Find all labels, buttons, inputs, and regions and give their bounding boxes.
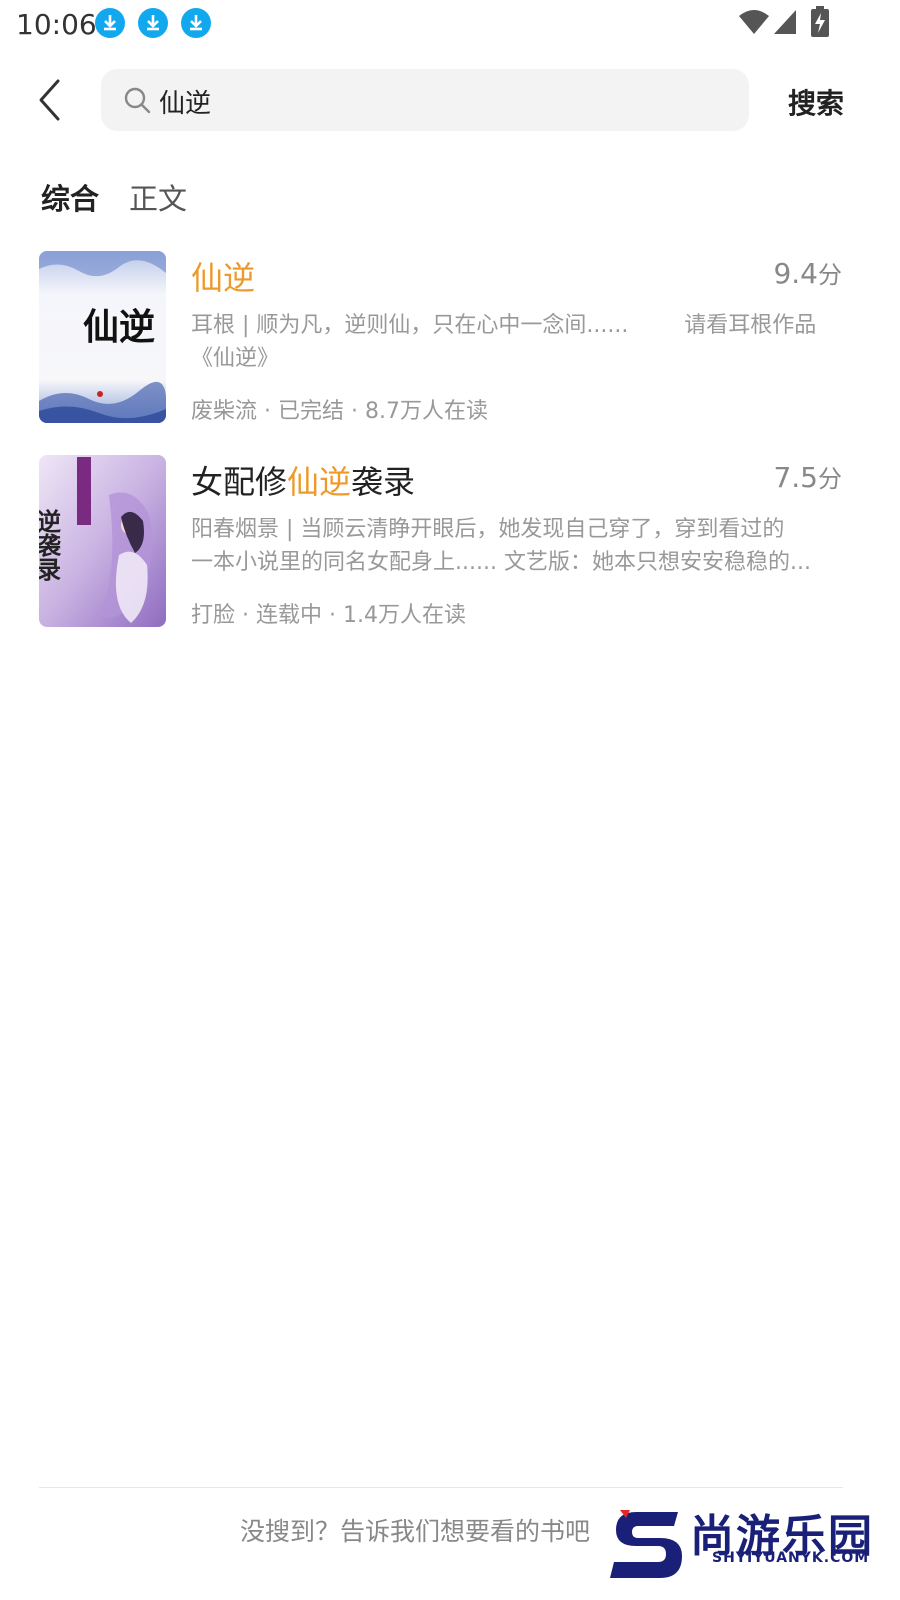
book-score: 9.4分	[773, 255, 842, 290]
footer-divider	[39, 1487, 843, 1488]
wifi-icon	[739, 10, 769, 34]
description-line: 一本小说里的同名女配身上...... 文艺版：她本只想安安稳稳的...	[191, 550, 811, 575]
tab-text[interactable]: 正文	[129, 176, 187, 218]
chevron-left-icon	[39, 79, 60, 121]
watermark-url: SHYIYUANYK.COM	[712, 1550, 870, 1566]
book-meta: 废柴流 · 已完结 · 8.7万人在读	[191, 399, 488, 424]
feedback-link[interactable]: 没搜到？告诉我们想要看的书吧	[240, 1512, 590, 1548]
book-score: 7.5分	[773, 459, 842, 494]
book-title-highlight: 仙逆	[287, 463, 352, 501]
book-cover: 逆袭录	[39, 455, 166, 627]
search-input[interactable]: 仙逆	[101, 69, 749, 131]
book-title-part: 袭录	[351, 463, 416, 501]
score-value: 9.4	[773, 257, 818, 290]
book-title: 仙逆	[191, 253, 255, 299]
logo-s-icon	[610, 1510, 682, 1578]
score-unit: 分	[818, 261, 842, 289]
book-result-item[interactable]: 逆袭录 女配修仙逆袭录 7.5分 阳春烟景 | 当顾云清睁开眼后，她发现自己穿了…	[0, 455, 900, 635]
back-button[interactable]	[30, 78, 70, 122]
signal-icon	[774, 10, 796, 34]
description-line: 阳春烟景 | 当顾云清睁开眼后，她发现自己穿了，穿到看过的	[191, 517, 785, 542]
battery-charging-icon	[811, 6, 829, 37]
download-icon	[95, 8, 125, 38]
status-time: 10:06	[16, 8, 97, 41]
download-icon	[138, 8, 168, 38]
book-result-item[interactable]: 仙逆 仙逆 9.4分 耳根 | 顺为凡，逆则仙，只在心中一念间...... 请看…	[0, 251, 900, 431]
book-description: 阳春烟景 | 当顾云清睁开眼后，她发现自己穿了，穿到看过的 一本小说里的同名女配…	[191, 513, 841, 579]
score-value: 7.5	[773, 461, 818, 494]
cover-title-char: 逆袭录	[39, 508, 62, 582]
watermark-logo: 尚游乐园 SHYIYUANYK.COM	[608, 1500, 890, 1596]
search-button[interactable]: 搜索	[788, 82, 844, 122]
book-meta: 打脸 · 连载中 · 1.4万人在读	[191, 603, 466, 628]
search-query: 仙逆	[159, 89, 212, 119]
book-title-highlight: 仙逆	[191, 259, 256, 297]
book-title: 女配修仙逆袭录	[191, 457, 415, 503]
book-cover: 仙逆	[39, 251, 166, 423]
search-icon	[124, 87, 151, 114]
score-unit: 分	[818, 465, 842, 493]
status-bar: 10:06	[0, 0, 900, 48]
book-title-part: 女配修	[191, 463, 288, 501]
description-line: 《仙逆》	[191, 346, 280, 371]
cover-title-char: 仙逆	[83, 306, 155, 348]
download-icon	[181, 8, 211, 38]
tab-overview[interactable]: 综合	[41, 176, 99, 218]
description-line: 耳根 | 顺为凡，逆则仙，只在心中一念间...... 请看耳根作品	[191, 313, 817, 338]
book-description: 耳根 | 顺为凡，逆则仙，只在心中一念间...... 请看耳根作品 《仙逆》	[191, 309, 841, 375]
